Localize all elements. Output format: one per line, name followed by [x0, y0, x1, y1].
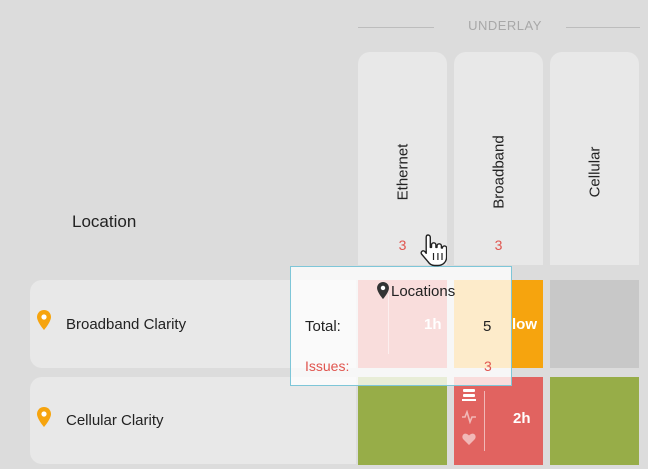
column-name: Cellular: [586, 146, 603, 198]
status-cell-cellular-clarity-ethernet[interactable]: [358, 377, 447, 465]
map-pin-icon: [37, 407, 51, 427]
column-header-broadband[interactable]: Broadband 3: [454, 52, 543, 265]
row-name: Cellular Clarity: [66, 412, 164, 429]
cell-divider: [484, 391, 485, 451]
underlay-divider-left: [358, 27, 434, 28]
tooltip-title: Locations: [391, 283, 456, 300]
column-name: Ethernet: [394, 143, 411, 201]
locations-tooltip: Locations Total: 5 Issues: 3: [290, 266, 512, 386]
column-name: Broadband: [490, 135, 507, 209]
tooltip-total-value: 5: [483, 318, 492, 335]
underlay-label: UNDERLAY: [468, 18, 542, 33]
location-column-header[interactable]: Location: [72, 212, 136, 232]
map-pin-icon: [37, 310, 51, 330]
row-name: Broadband Clarity: [66, 316, 187, 333]
heart-icon: [462, 433, 476, 445]
tooltip-issues-value: 3: [484, 358, 492, 374]
cell-duration: 2h: [513, 410, 531, 427]
tooltip-issues-label: Issues:: [305, 358, 350, 374]
column-issue-count: 3: [494, 237, 503, 253]
tooltip-total-label: Total:: [305, 318, 341, 335]
status-cell-cellular-clarity-broadband[interactable]: 2h: [454, 377, 543, 465]
status-cell-cellular-clarity-cellular[interactable]: [550, 377, 639, 465]
hand-pointer-cursor-icon: [420, 234, 447, 267]
cell-status-text: low: [512, 316, 537, 333]
server-stack-icon: [462, 389, 476, 401]
underlay-divider-right: [566, 27, 640, 28]
pulse-icon: [462, 410, 476, 424]
status-cell-broadband-clarity-cellular[interactable]: [550, 280, 639, 368]
map-pin-icon: [377, 282, 389, 299]
column-header-cellular[interactable]: Cellular: [550, 52, 639, 265]
